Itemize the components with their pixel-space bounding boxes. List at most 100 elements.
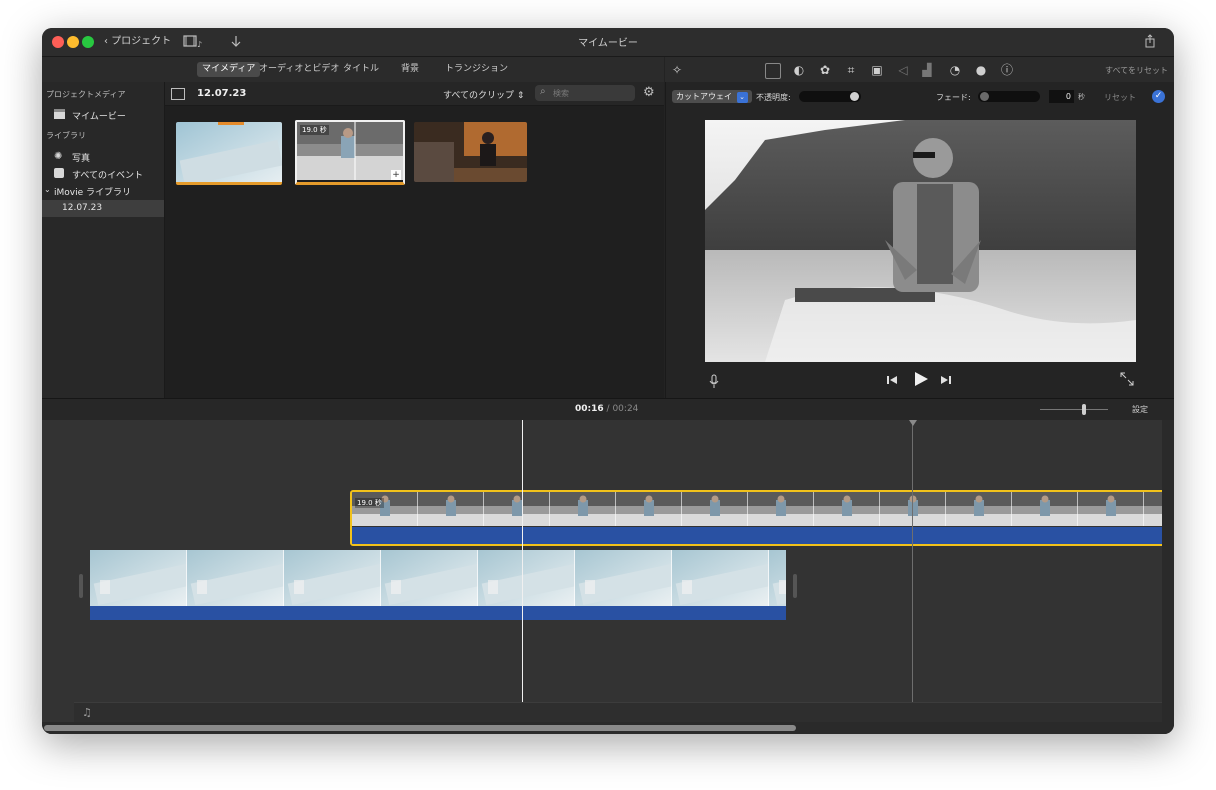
share-icon[interactable] — [1144, 33, 1158, 51]
search-placeholder: 検索 — [553, 89, 569, 98]
imovie-window: ‹ プロジェクト ♪ マイムービー マイメディア オーディオとビデオ タイトル … — [42, 28, 1174, 734]
keyboard-image — [176, 122, 282, 182]
color-palette-icon[interactable]: ✿ — [817, 62, 833, 78]
adjustments-bar: ✧ ◐ ✿ ⌗ ▣ ◁ ▟ ◔ ● ⓘ すべてをリセット — [665, 57, 1174, 82]
overlay-mode-select[interactable]: カットアウェイ ⌄ — [672, 90, 752, 103]
video-preview[interactable] — [705, 120, 1136, 362]
fade-slider[interactable] — [978, 91, 1040, 102]
cutaway-filmstrip — [352, 492, 1168, 526]
skip-forward-icon[interactable] — [940, 374, 952, 386]
window-title: マイムービー — [578, 38, 638, 49]
project-media-header: プロジェクトメディア — [46, 90, 126, 99]
tab-my-media[interactable]: マイメディア — [197, 62, 261, 77]
add-to-timeline-plus-icon[interactable]: + — [391, 170, 401, 180]
timecode-display: 00:16 / 00:24 — [575, 404, 638, 414]
skip-back-icon[interactable] — [886, 374, 898, 386]
fade-slider-knob[interactable] — [980, 92, 989, 101]
reset-all-button[interactable]: すべてをリセット — [1105, 65, 1168, 76]
thumbnail-duration: 19.0 秒 — [300, 125, 329, 135]
tab-transitions[interactable]: トランジション — [440, 62, 513, 77]
sidebar-item-library[interactable]: iMovie ライブラリ — [54, 185, 131, 198]
timeline-settings-button[interactable]: 設定 — [1132, 404, 1148, 415]
disclosure-chevron-icon[interactable]: ⌄ — [44, 185, 51, 194]
fisherman-filmstrip — [352, 492, 1168, 526]
primary-audio-waveform — [90, 606, 786, 620]
magic-wand-icon[interactable]: ✧ — [669, 62, 685, 78]
browser-tabs-bar: マイメディア オーディオとビデオ タイトル 背景 トランジション — [42, 57, 664, 82]
viewer-panel: カットアウェイ ⌄ 不透明度: フェード: 0 秒 リセット ✓ — [665, 82, 1174, 398]
room-image — [414, 122, 527, 182]
play-icon[interactable] — [913, 371, 929, 387]
crop-icon[interactable]: ⌗ — [843, 62, 859, 78]
cutaway-audio-waveform — [352, 527, 1168, 544]
info-icon[interactable]: ⓘ — [999, 62, 1015, 78]
noise-filter-icon[interactable]: ● — [973, 62, 989, 78]
media-browser: 12.07.23 すべてのクリップ ⇕ ⌕ 検索 ⚙ 19.0 秒 + — [165, 82, 664, 398]
library-header: ライブラリ — [46, 131, 86, 140]
sidebar-item-all-events[interactable]: すべてのイベント — [72, 168, 143, 181]
volume-icon[interactable]: ◁ — [895, 62, 911, 78]
gear-icon[interactable]: ⚙ — [643, 85, 655, 100]
tab-backgrounds[interactable]: 背景 — [396, 62, 424, 77]
music-note-icon: ♫ — [82, 706, 92, 719]
sidebar-item-event-selected[interactable]: 12.07.23 — [42, 200, 164, 217]
title-bar: ‹ プロジェクト ♪ マイムービー — [42, 28, 1174, 57]
opacity-slider-knob[interactable] — [850, 92, 859, 101]
up-down-chevron-icon: ⇕ — [516, 91, 525, 101]
color-balance-icon[interactable]: ◐ — [791, 62, 807, 78]
clip-trim-handle-left[interactable] — [79, 574, 83, 598]
media-thumbnail-keyboard[interactable] — [176, 122, 282, 185]
browser-header: 12.07.23 すべてのクリップ ⇕ ⌕ 検索 ⚙ — [165, 82, 664, 106]
clapperboard-icon — [54, 109, 66, 119]
tab-titles[interactable]: タイトル — [338, 62, 384, 77]
speed-icon[interactable]: ◔ — [947, 62, 963, 78]
microphone-icon[interactable] — [709, 374, 719, 388]
dropdown-chevron-icon: ⌄ — [736, 92, 748, 103]
fade-value-field[interactable]: 0 — [1049, 90, 1074, 103]
stabilization-camera-icon[interactable]: ▣ — [869, 62, 885, 78]
fade-label: フェード: — [936, 93, 971, 102]
keyboard-filmstrip — [90, 550, 786, 606]
cutaway-clip[interactable]: 19.0 秒 — [350, 490, 1170, 546]
clip-duration-badge: 19.0 秒 — [355, 498, 384, 508]
media-thumbnail-fisherman-selected[interactable]: 19.0 秒 + — [295, 120, 405, 185]
search-field[interactable]: ⌕ 検索 — [535, 85, 635, 101]
opacity-slider[interactable] — [799, 91, 861, 102]
skimmer-marker-icon — [909, 420, 917, 426]
zoom-slider-knob[interactable] — [1082, 404, 1086, 415]
event-date-title: 12.07.23 — [197, 88, 247, 99]
tab-audio-video[interactable]: オーディオとビデオ — [254, 62, 344, 77]
sidebar-item-photos[interactable]: 写真 — [72, 151, 90, 164]
playhead[interactable] — [522, 420, 523, 722]
photos-icon: ✺ — [54, 151, 63, 162]
total-time: 00:24 — [612, 404, 639, 414]
apply-checkmark-icon[interactable]: ✓ — [1152, 90, 1165, 103]
fullscreen-expand-icon[interactable] — [1120, 372, 1134, 386]
vertical-scrollbar[interactable] — [1162, 420, 1174, 722]
timeline-time-bar: 00:16 / 00:24 設定 — [42, 398, 1174, 422]
clip-filter-select[interactable]: すべてのクリップ ⇕ — [443, 88, 524, 101]
search-icon: ⌕ — [540, 86, 546, 97]
zoom-slider[interactable] — [1040, 404, 1108, 415]
event-label: 12.07.23 — [62, 203, 103, 213]
equalizer-icon[interactable]: ▟ — [919, 62, 935, 78]
timeline-area: 19.0 秒 ♫ — [42, 420, 1174, 734]
fade-unit: 秒 — [1078, 93, 1085, 101]
primary-clip[interactable] — [90, 550, 786, 620]
current-time: 00:16 — [575, 404, 604, 414]
star-event-icon — [54, 168, 64, 178]
opacity-label: 不透明度: — [756, 93, 791, 102]
horizontal-scrollbar-track[interactable] — [42, 722, 1174, 734]
sidebar-toggle-icon[interactable] — [171, 88, 185, 100]
skimmer-line — [912, 420, 913, 722]
libraries-sidebar: プロジェクトメディア マイムービー ライブラリ ✺ 写真 すべてのイベント ⌄ … — [42, 82, 165, 398]
project-item[interactable]: マイムービー — [72, 109, 126, 122]
music-well[interactable]: ♫ — [74, 702, 1164, 723]
fisherman-preview-image — [705, 120, 1136, 362]
media-thumbnail-room[interactable] — [414, 122, 527, 182]
clip-trim-handle-right[interactable] — [793, 574, 797, 598]
horizontal-scrollbar-thumb[interactable] — [44, 725, 796, 731]
video-overlay-icon[interactable] — [765, 63, 781, 79]
reset-button[interactable]: リセット — [1104, 92, 1136, 103]
time-separator: / — [606, 404, 610, 414]
